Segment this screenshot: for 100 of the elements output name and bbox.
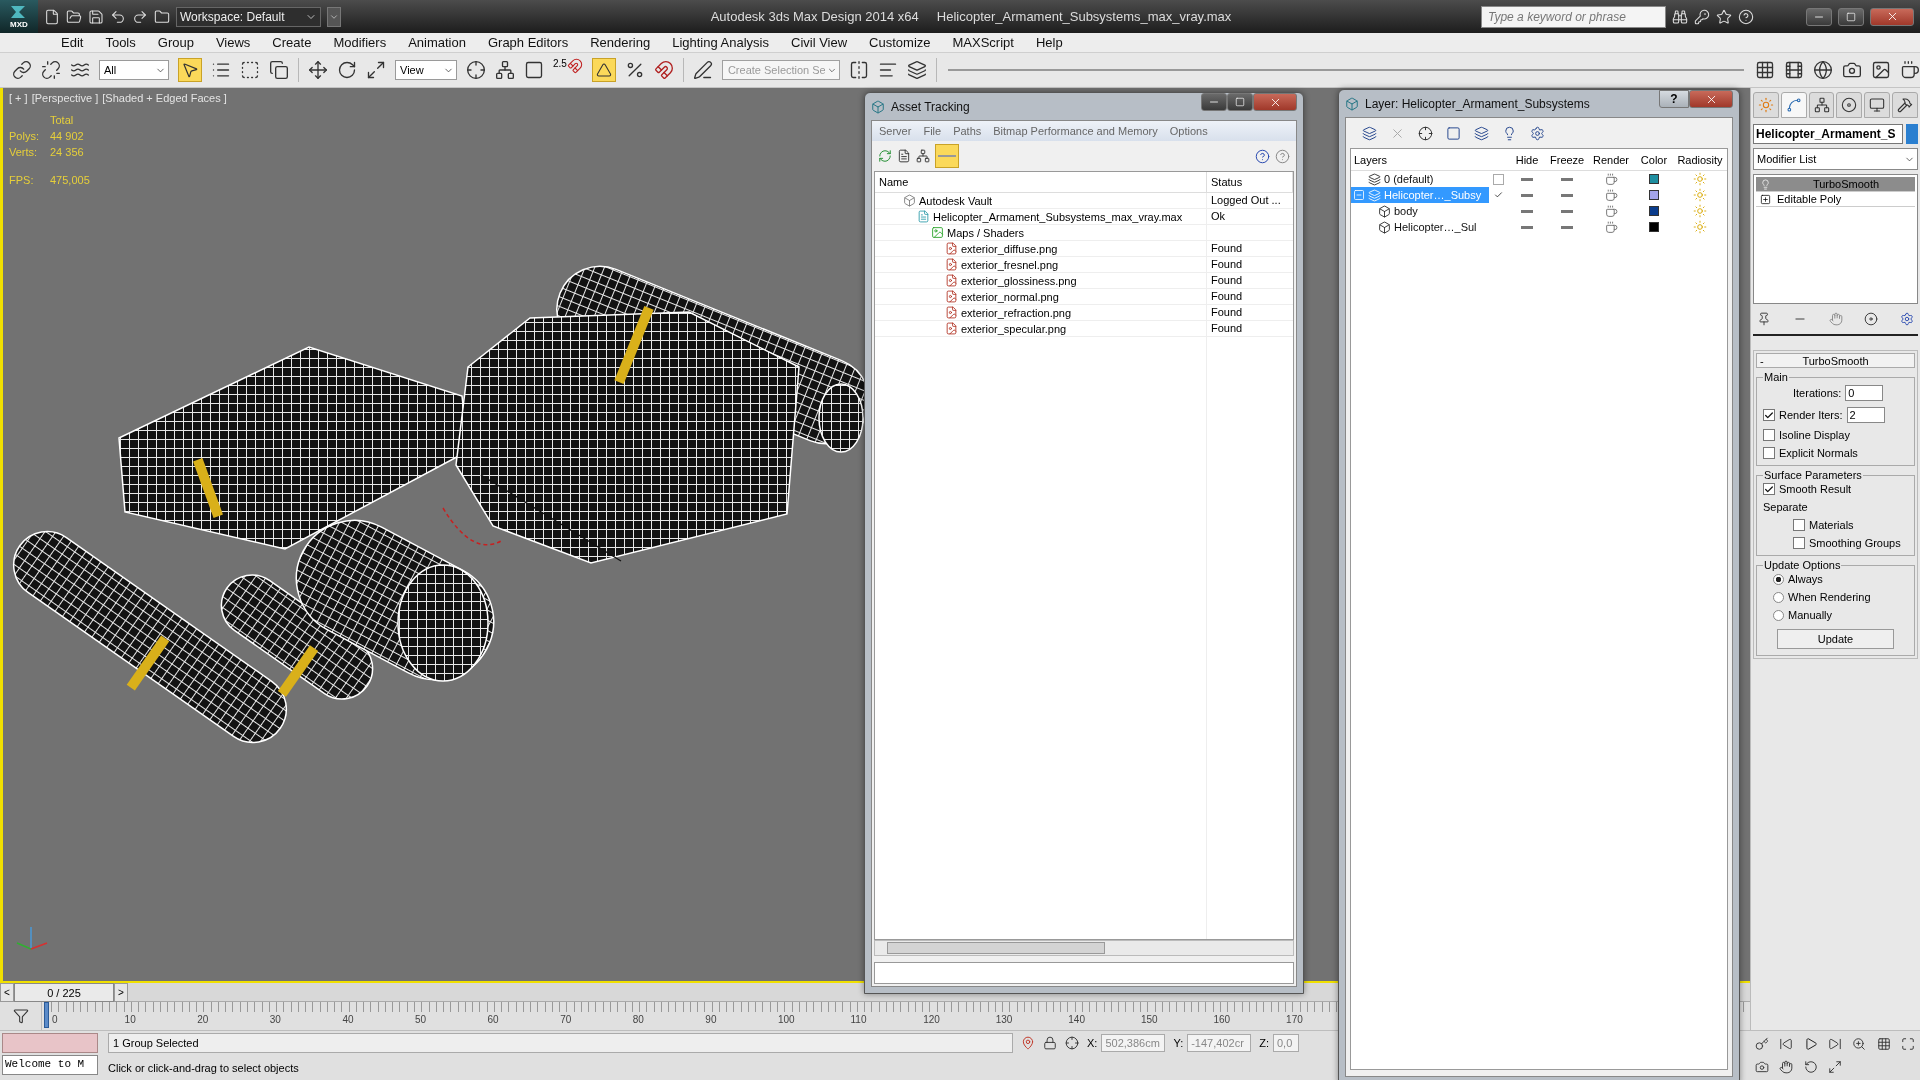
checkbox[interactable]	[1763, 409, 1775, 421]
filter-icon[interactable]	[12, 1008, 29, 1024]
redo-icon[interactable]	[132, 8, 148, 25]
column-header[interactable]: Radiosity	[1673, 153, 1727, 166]
menu-item[interactable]: Civil View	[782, 34, 857, 51]
magnet-icon[interactable]	[653, 60, 674, 80]
help-icon[interactable]	[1255, 148, 1270, 164]
grid-icon[interactable]	[1755, 60, 1775, 80]
layers-icon[interactable]	[906, 60, 927, 80]
key-icon[interactable]	[1755, 1037, 1770, 1052]
asset-name[interactable]: exterior_normal.png	[961, 290, 1059, 303]
workspace-dropdown[interactable]: Workspace: Default	[176, 6, 321, 27]
camera-icon[interactable]	[1755, 1059, 1770, 1074]
scale-icon[interactable]	[366, 60, 386, 80]
key-icon[interactable]	[1694, 8, 1710, 25]
asset-name[interactable]: exterior_specular.png	[961, 322, 1067, 335]
layer-row[interactable]: 0 (default)	[1351, 171, 1489, 187]
menu-item[interactable]: Rendering	[581, 34, 660, 51]
menu-item[interactable]: Customize	[860, 34, 940, 51]
asset-name[interactable]: exterior_diffuse.png	[961, 242, 1058, 255]
select-layer-icon[interactable]	[1474, 125, 1489, 141]
search-field[interactable]: Type a keyword or phrase	[1481, 5, 1666, 28]
asset-name[interactable]: exterior_refraction.png	[961, 306, 1072, 319]
pin-icon[interactable]	[1021, 1036, 1035, 1051]
hierarchy-tab[interactable]	[1808, 92, 1835, 118]
viewport-label[interactable]: [Shaded + Edged Faces ]	[102, 92, 227, 104]
link-icon[interactable]	[12, 60, 32, 80]
camera-icon[interactable]	[1842, 60, 1862, 80]
maximize-button[interactable]	[1227, 93, 1253, 111]
iterations-field[interactable]: 0	[1845, 385, 1884, 401]
tree-view-icon[interactable]	[916, 149, 930, 163]
hide-toggle[interactable]	[1521, 209, 1533, 213]
menu-item[interactable]: Options	[1164, 125, 1213, 137]
checkbox[interactable]	[1763, 429, 1775, 441]
selection-set-field[interactable]: Create Selection Se	[721, 60, 840, 80]
menu-item[interactable]: Bitmap Performance and Memory	[988, 125, 1163, 137]
layer-settings-icon[interactable]	[1530, 125, 1545, 141]
freeze-toggle[interactable]	[1561, 225, 1573, 229]
menu-item[interactable]: Server	[874, 125, 917, 137]
menu-item[interactable]: Create	[263, 34, 321, 51]
hide-toggle[interactable]	[1521, 225, 1533, 229]
expand-icon[interactable]	[1828, 1059, 1842, 1074]
new-file-icon[interactable]	[44, 8, 60, 25]
menu-item[interactable]: MAXScript	[943, 34, 1023, 51]
binoculars-icon[interactable]	[1672, 8, 1688, 25]
render-iters-field[interactable]: 2	[1846, 407, 1885, 423]
orbit-icon[interactable]	[1803, 1059, 1818, 1074]
color-swatch[interactable]	[1649, 190, 1659, 200]
selection-filter-dropdown[interactable]: All	[99, 60, 169, 80]
color-swatch[interactable]	[1649, 222, 1659, 232]
layer-row[interactable]: body	[1351, 203, 1489, 219]
radio-button[interactable]	[1773, 573, 1784, 585]
undo-icon[interactable]	[110, 8, 126, 25]
select-objects-icon[interactable]	[1446, 125, 1461, 141]
open-folder-icon[interactable]	[66, 8, 82, 25]
column-header[interactable]: Name	[875, 172, 1207, 192]
horizontal-scrollbar[interactable]	[874, 940, 1294, 956]
close-button[interactable]	[1870, 7, 1914, 26]
close-button[interactable]	[1689, 90, 1733, 108]
grid-icon[interactable]	[1876, 1037, 1891, 1052]
checkbox[interactable]	[1763, 447, 1775, 459]
move-icon[interactable]	[308, 60, 328, 80]
modifier-list-dropdown[interactable]: Modifier List	[1753, 148, 1918, 170]
rollout-header[interactable]: - TurboSmooth	[1756, 353, 1915, 368]
unlink-icon[interactable]	[41, 60, 61, 80]
lock-icon[interactable]	[1043, 1036, 1057, 1051]
cup-icon[interactable]	[1900, 60, 1920, 80]
menu-item[interactable]: Paths	[948, 125, 987, 137]
viewport-label[interactable]: [ + ]	[9, 92, 28, 104]
new-layer-icon[interactable]	[1362, 125, 1377, 141]
hide-toggle[interactable]	[1521, 177, 1533, 181]
object-color-swatch[interactable]	[1906, 124, 1918, 144]
asset-name[interactable]: Maps / Shaders	[947, 226, 1025, 239]
asset-name[interactable]: exterior_glossiness.png	[961, 274, 1077, 287]
close-button[interactable]	[1253, 93, 1297, 111]
play-icon[interactable]	[1803, 1037, 1818, 1052]
viewport-label[interactable]: [Perspective ]	[31, 92, 99, 104]
image-icon[interactable]	[1871, 60, 1891, 80]
current-layer-toggle[interactable]	[1492, 173, 1504, 185]
column-header[interactable]: Status	[1207, 172, 1293, 192]
crosshair-icon[interactable]	[1065, 1036, 1079, 1051]
menu-item[interactable]: Graph Editors	[478, 34, 578, 51]
globe-icon[interactable]	[1813, 60, 1833, 80]
snap-toggle[interactable]: 2.5	[553, 58, 583, 82]
skip-forward-icon[interactable]	[1828, 1037, 1842, 1052]
radio-button[interactable]	[1773, 591, 1784, 603]
reference-coordinate-dropdown[interactable]: View	[395, 60, 457, 80]
column-header[interactable]: Layers	[1351, 153, 1489, 166]
color-swatch[interactable]	[1649, 206, 1659, 216]
disc-icon[interactable]	[1864, 312, 1879, 326]
modify-tab[interactable]	[1780, 92, 1807, 118]
checkbox[interactable]	[1793, 519, 1805, 531]
column-header[interactable]: Freeze	[1547, 153, 1587, 166]
save-icon[interactable]	[88, 8, 104, 25]
menu-item[interactable]: Edit	[52, 34, 93, 51]
previous-frame-button[interactable]: <	[0, 983, 14, 1002]
hand-icon[interactable]	[1779, 1059, 1794, 1074]
motion-tab[interactable]	[1836, 92, 1863, 118]
layer-row[interactable]: Helicopter…_Sul	[1351, 219, 1489, 235]
settings-icon[interactable]	[1900, 312, 1914, 326]
